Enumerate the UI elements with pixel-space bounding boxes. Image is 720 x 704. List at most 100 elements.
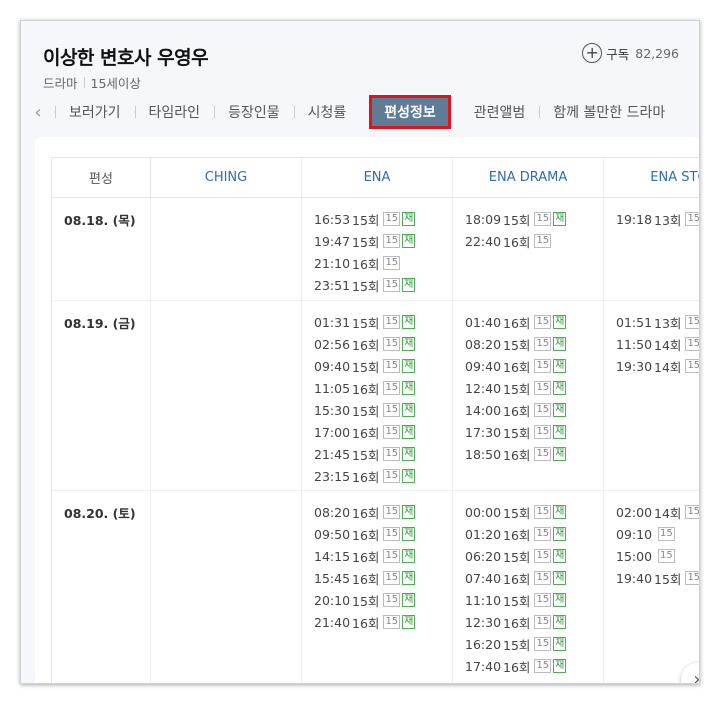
broadcast-entry[interactable]: 02:00 14회 15: [616, 501, 699, 523]
broadcast-entry[interactable]: 18:50 16회 15 재: [465, 443, 603, 465]
episode-number: 16회: [503, 234, 531, 250]
broadcast-entry[interactable]: 02:56 16회 15 재: [314, 333, 452, 355]
broadcast-entry[interactable]: 18:09 15회 15 재: [465, 208, 603, 230]
broadcast-entry[interactable]: 19:30 14회 15: [616, 355, 699, 377]
subscribe-button[interactable]: + 구독 82,296: [582, 43, 679, 63]
schedule-cell: [151, 198, 302, 300]
subscribe-count: 82,296: [635, 45, 679, 61]
age-rating-badge: 15: [383, 425, 401, 439]
broadcast-entry[interactable]: 11:10 15회 15 재: [465, 589, 603, 611]
broadcast-time: 17:40: [465, 658, 502, 674]
broadcast-time: 23:51: [314, 277, 351, 293]
rerun-badge: 재: [553, 637, 567, 651]
broadcast-entry[interactable]: 16:20 15회 15 재: [465, 633, 603, 655]
broadcast-entry[interactable]: 01:31 15회 15 재: [314, 311, 452, 333]
broadcast-entry[interactable]: 09:50 16회 15 재: [314, 523, 452, 545]
broadcast-entry[interactable]: 01:40 16회 15 재: [465, 311, 603, 333]
chevron-left-icon[interactable]: ‹: [21, 102, 55, 123]
broadcast-entry[interactable]: 14:15 16회 15 재: [314, 545, 452, 567]
channel-header: ENA: [302, 158, 453, 197]
broadcast-time: 21:45: [314, 446, 351, 462]
age-rating-badge: 15: [383, 527, 401, 541]
plus-circle-icon: +: [582, 43, 603, 63]
tab-recommended-dramas[interactable]: 함께 볼만한 드라마: [539, 102, 679, 122]
age-rating-badge: 15: [685, 212, 699, 226]
broadcast-entry[interactable]: 09:10 15: [616, 523, 699, 545]
broadcast-entry[interactable]: 21:45 15회 15 재: [314, 443, 452, 465]
episode-number: 15회: [352, 403, 380, 419]
age-rating-badge: 15: [534, 637, 552, 651]
broadcast-entry[interactable]: 23:15 16회 15 재: [314, 465, 452, 487]
broadcast-entry[interactable]: 19:47 15회 15 재: [314, 230, 452, 252]
tab-ratings[interactable]: 시청률: [293, 102, 361, 122]
broadcast-time: 01:40: [465, 314, 502, 330]
broadcast-entry[interactable]: 06:20 15회 15 재: [465, 545, 603, 567]
age-rating-badge: 15: [383, 549, 401, 563]
broadcast-entry[interactable]: 21:10 16회 15: [314, 252, 452, 274]
broadcast-entry[interactable]: 14:00 16회 15 재: [465, 399, 603, 421]
broadcast-entry[interactable]: 15:45 16회 15 재: [314, 567, 452, 589]
broadcast-entry[interactable]: 11:05 16회 15 재: [314, 377, 452, 399]
age-rating-badge: 15: [534, 505, 552, 519]
episode-number: 15회: [503, 212, 531, 228]
rerun-badge: 재: [553, 315, 567, 329]
tab-albums[interactable]: 관련앨범: [460, 102, 540, 122]
broadcast-entry[interactable]: 17:30 15회 15 재: [465, 421, 603, 443]
episode-number: 13회: [654, 315, 682, 331]
broadcast-entry[interactable]: 19:40 15회 15: [616, 567, 699, 589]
broadcast-time: 09:10: [616, 526, 653, 542]
tab-schedule[interactable]: 편성정보: [369, 95, 451, 129]
broadcast-entry[interactable]: 16:53 15회 15 재: [314, 208, 452, 230]
broadcast-time: 01:31: [314, 314, 351, 330]
broadcast-entry[interactable]: 00:00 15회 15 재: [465, 501, 603, 523]
broadcast-entry[interactable]: 01:20 16회 15 재: [465, 523, 603, 545]
broadcast-entry[interactable]: 09:40 15회 15 재: [314, 355, 452, 377]
broadcast-entry[interactable]: 12:40 15회 15 재: [465, 377, 603, 399]
genre-label: 드라마: [43, 76, 78, 91]
episode-number: 15회: [503, 337, 531, 353]
schedule-cell: 00:00 15회 15 재 01:20 16회 15 재 06:20 15회 15 재 07:40 16…: [453, 491, 604, 683]
broadcast-entry[interactable]: 08:20 16회 15 재: [314, 501, 452, 523]
tab-timeline[interactable]: 타임라인: [134, 102, 215, 122]
broadcast-time: 06:20: [465, 548, 502, 564]
rerun-badge: 재: [402, 527, 416, 541]
broadcast-entry[interactable]: 21:40 16회 15 재: [314, 611, 452, 633]
age-rating-badge: 15: [383, 571, 401, 585]
rerun-badge: 재: [402, 505, 416, 519]
age-rating-label: 15세이상: [90, 76, 141, 91]
broadcast-entry[interactable]: 01:51 13회 15: [616, 311, 699, 333]
broadcast-time: 07:40: [465, 570, 502, 586]
broadcast-time: 12:30: [465, 614, 502, 630]
rerun-badge: 재: [402, 615, 416, 629]
rerun-badge: 재: [553, 447, 567, 461]
episode-number: 15회: [352, 212, 380, 228]
broadcast-entry[interactable]: 12:30 16회 15 재: [465, 611, 603, 633]
rerun-badge: 재: [553, 659, 567, 673]
broadcast-entry[interactable]: 07:40 16회 15 재: [465, 567, 603, 589]
rerun-badge: 재: [553, 425, 567, 439]
episode-number: 15회: [654, 571, 682, 587]
tab-watch[interactable]: 보러가기: [55, 102, 135, 122]
broadcast-entry[interactable]: 20:10 15회 15 재: [314, 589, 452, 611]
age-rating-badge: 15: [383, 315, 401, 329]
broadcast-entry[interactable]: 11:50 14회 15: [616, 333, 699, 355]
broadcast-entry[interactable]: 19:18 13회 15: [616, 208, 699, 230]
meta-divider: [83, 77, 85, 88]
broadcast-entry[interactable]: 17:00 16회 15 재: [314, 421, 452, 443]
rerun-badge: 재: [402, 549, 416, 563]
date-cell: 08.18. (목): [52, 198, 151, 300]
broadcast-entry[interactable]: 22:40 16회 15: [465, 230, 603, 252]
subscribe-label: 구독: [606, 46, 630, 62]
broadcast-entry[interactable]: 09:40 16회 15 재: [465, 355, 603, 377]
age-rating-badge: 15: [383, 256, 401, 270]
age-rating-badge: 15: [534, 593, 552, 607]
broadcast-entry[interactable]: 23:51 15회 15 재: [314, 274, 452, 296]
broadcast-entry[interactable]: 15:00 15: [616, 545, 699, 567]
episode-number: 16회: [503, 447, 531, 463]
tab-characters[interactable]: 등장인물: [214, 102, 294, 122]
broadcast-entry[interactable]: 15:30 15회 15 재: [314, 399, 452, 421]
rerun-badge: 재: [402, 337, 416, 351]
tab-bar: ‹ 보러가기 타임라인 등장인물 시청률 편성정보 관련앨범 함께 볼만한 드라…: [21, 95, 699, 129]
broadcast-entry[interactable]: 17:40 16회 15 재: [465, 655, 603, 677]
broadcast-entry[interactable]: 08:20 15회 15 재: [465, 333, 603, 355]
